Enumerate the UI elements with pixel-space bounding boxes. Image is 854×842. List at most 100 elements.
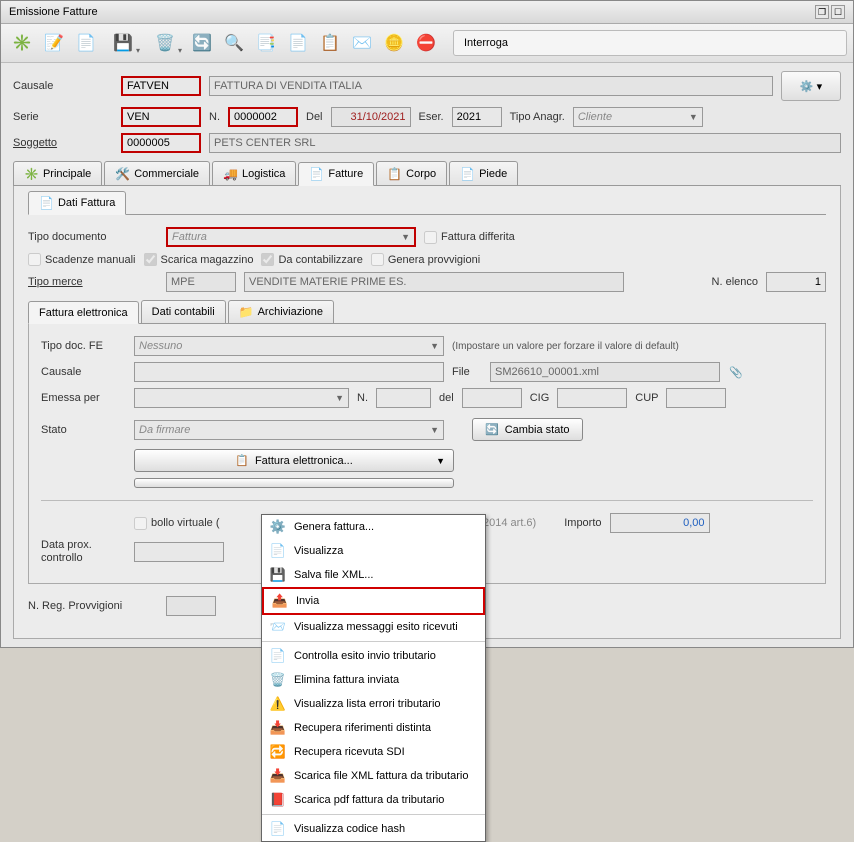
menu-recupera-sdi[interactable]: 🔁Recupera ricevuta SDI [262, 740, 485, 764]
edit-icon[interactable]: 📝 [39, 28, 69, 58]
tipo-documento-label: Tipo documento [28, 231, 158, 243]
cig-label: CIG [530, 392, 550, 404]
tab-fe[interactable]: Fattura elettronica [28, 301, 139, 324]
doc-icon: 📄 [39, 196, 54, 210]
refresh-icon[interactable]: 🔄 [187, 28, 217, 58]
causale-input[interactable] [121, 76, 201, 96]
n-reg-provvigioni-label: N. Reg. Provvigioni [28, 600, 158, 612]
n-reg-provvigioni-input [166, 596, 216, 616]
money-icon[interactable]: 🪙 [379, 28, 409, 58]
tipo-merce-label[interactable]: Tipo merce [28, 276, 158, 288]
menu-salva-xml[interactable]: 💾Salva file XML... [262, 563, 485, 587]
n-label: N. [209, 111, 220, 123]
retrieve-icon: 📥 [270, 720, 286, 736]
n-input[interactable] [228, 107, 298, 127]
copy-icon[interactable]: 📑 [251, 28, 281, 58]
menu-lista-errori[interactable]: ⚠️Visualizza lista errori tributario [262, 692, 485, 716]
delete-icon[interactable]: 🗑️ [145, 28, 185, 58]
stato-label: Stato [41, 424, 126, 436]
mail-icon[interactable]: ✉️ [347, 28, 377, 58]
fe-del-input[interactable] [462, 388, 522, 408]
window-restore-icon[interactable]: ❐ [815, 5, 829, 19]
tipo-documento-select[interactable]: Fattura▼ [166, 227, 416, 247]
soggetto-desc [209, 133, 841, 153]
sdi-icon: 🔁 [270, 744, 286, 760]
tipo-anagr-select[interactable]: Cliente▼ [573, 107, 703, 127]
fe-del-label: del [439, 392, 454, 404]
soggetto-label[interactable]: Soggetto [13, 137, 113, 149]
menu-visualizza[interactable]: 📄Visualizza [262, 539, 485, 563]
tipo-anagr-label: Tipo Anagr. [510, 111, 565, 123]
menu-elimina-fattura[interactable]: 🗑️Elimina fattura inviata [262, 668, 485, 692]
data-prox-input[interactable] [134, 542, 224, 562]
menu-controlla-esito[interactable]: 📄Controlla esito invio tributario [262, 644, 485, 668]
fe-dropdown-menu: ⚙️Genera fattura... 📄Visualizza 💾Salva f… [261, 514, 486, 842]
fe-causale-input[interactable] [134, 362, 444, 382]
importo-input[interactable] [610, 513, 710, 533]
menu-genera-fattura[interactable]: ⚙️Genera fattura... [262, 515, 485, 539]
data-prox-label: Data prox. controllo [41, 539, 126, 565]
close-icon[interactable]: ⛔ [411, 28, 441, 58]
cambia-stato-button[interactable]: 🔄Cambia stato [472, 418, 583, 441]
new-icon[interactable]: ✳️ [7, 28, 37, 58]
serie-input[interactable] [121, 107, 201, 127]
fe-n-input[interactable] [376, 388, 431, 408]
truck-icon: 🚚 [223, 167, 238, 181]
window-title: Emissione Fatture [9, 6, 98, 18]
tab-commerciale[interactable]: 🛠️Commerciale [104, 161, 210, 185]
fe-n-label: N. [357, 392, 368, 404]
footer-icon: 📄 [460, 167, 475, 181]
doc-icon: 📄 [309, 167, 324, 181]
eser-input[interactable] [452, 107, 502, 127]
xml-icon: 📥 [270, 768, 286, 784]
menu-codice-hash[interactable]: 📄Visualizza codice hash [262, 817, 485, 841]
bollo-virtuale-check: bollo virtuale ( [134, 517, 219, 530]
cup-input[interactable] [666, 388, 726, 408]
hint-text: (Impostare un valore per forzare il valo… [452, 341, 679, 352]
gear-button[interactable]: ⚙️ ▾ [781, 71, 841, 101]
menu-scarica-xml[interactable]: 📥Scarica file XML fattura da tributario [262, 764, 485, 788]
sun-icon: ✳️ [24, 167, 39, 181]
tab-dati-contabili[interactable]: Dati contabili [141, 300, 226, 323]
n-elenco-label: N. elenco [712, 276, 758, 288]
tab-corpo[interactable]: 📋Corpo [376, 161, 447, 185]
soggetto-input[interactable] [121, 133, 201, 153]
view-icon: 📄 [270, 543, 286, 559]
tab-fatture[interactable]: 📄Fatture [298, 162, 374, 186]
interroga-field[interactable]: Interroga [453, 30, 847, 56]
tab-archiviazione[interactable]: 📁Archiviazione [228, 300, 334, 323]
tab-piede[interactable]: 📄Piede [449, 161, 518, 185]
add-icon[interactable]: 📄 [71, 28, 101, 58]
emessa-per-select[interactable]: ▼ [134, 388, 349, 408]
titlebar: Emissione Fatture ❐ ☐ [1, 1, 853, 24]
folder-icon: 📁 [239, 305, 254, 319]
subtab-dati-fattura[interactable]: 📄Dati Fattura [28, 191, 126, 215]
causale-label: Causale [13, 80, 113, 92]
check-icon: 📄 [270, 648, 286, 664]
del-input [331, 107, 411, 127]
fattura-elettronica-button[interactable]: 📋 Fattura elettronica... ▼ [134, 449, 454, 472]
stato-select[interactable]: Da firmare▼ [134, 420, 444, 440]
emessa-per-label: Emessa per [41, 392, 126, 404]
list-icon[interactable]: 📋 [315, 28, 345, 58]
cig-input[interactable] [557, 388, 627, 408]
list-icon: 📋 [387, 167, 402, 181]
menu-scarica-pdf[interactable]: 📕Scarica pdf fattura da tributario [262, 788, 485, 812]
tipo-doc-fe-select[interactable]: Nessuno▼ [134, 336, 444, 356]
tipo-doc-fe-label: Tipo doc. FE [41, 340, 126, 352]
search-icon[interactable]: 🔍 [219, 28, 249, 58]
menu-visualizza-messaggi[interactable]: 📨Visualizza messaggi esito ricevuti [262, 615, 485, 639]
save-icon[interactable]: 💾 [103, 28, 143, 58]
pdf-icon: 📕 [270, 792, 286, 808]
file-action-icon[interactable]: 📎 [728, 364, 744, 380]
menu-invia[interactable]: 📤Invia [262, 587, 485, 615]
window-maximize-icon[interactable]: ☐ [831, 5, 845, 19]
tab-principale[interactable]: ✳️Principale [13, 161, 102, 185]
move-icon[interactable]: 📄 [283, 28, 313, 58]
menu-recupera-distinta[interactable]: 📥Recupera riferimenti distinta [262, 716, 485, 740]
message-icon: 📨 [270, 619, 286, 635]
hash-icon: 📄 [270, 821, 286, 837]
tab-logistica[interactable]: 🚚Logistica [212, 161, 296, 185]
empty-button[interactable] [134, 478, 454, 488]
n-elenco-input[interactable] [766, 272, 826, 292]
